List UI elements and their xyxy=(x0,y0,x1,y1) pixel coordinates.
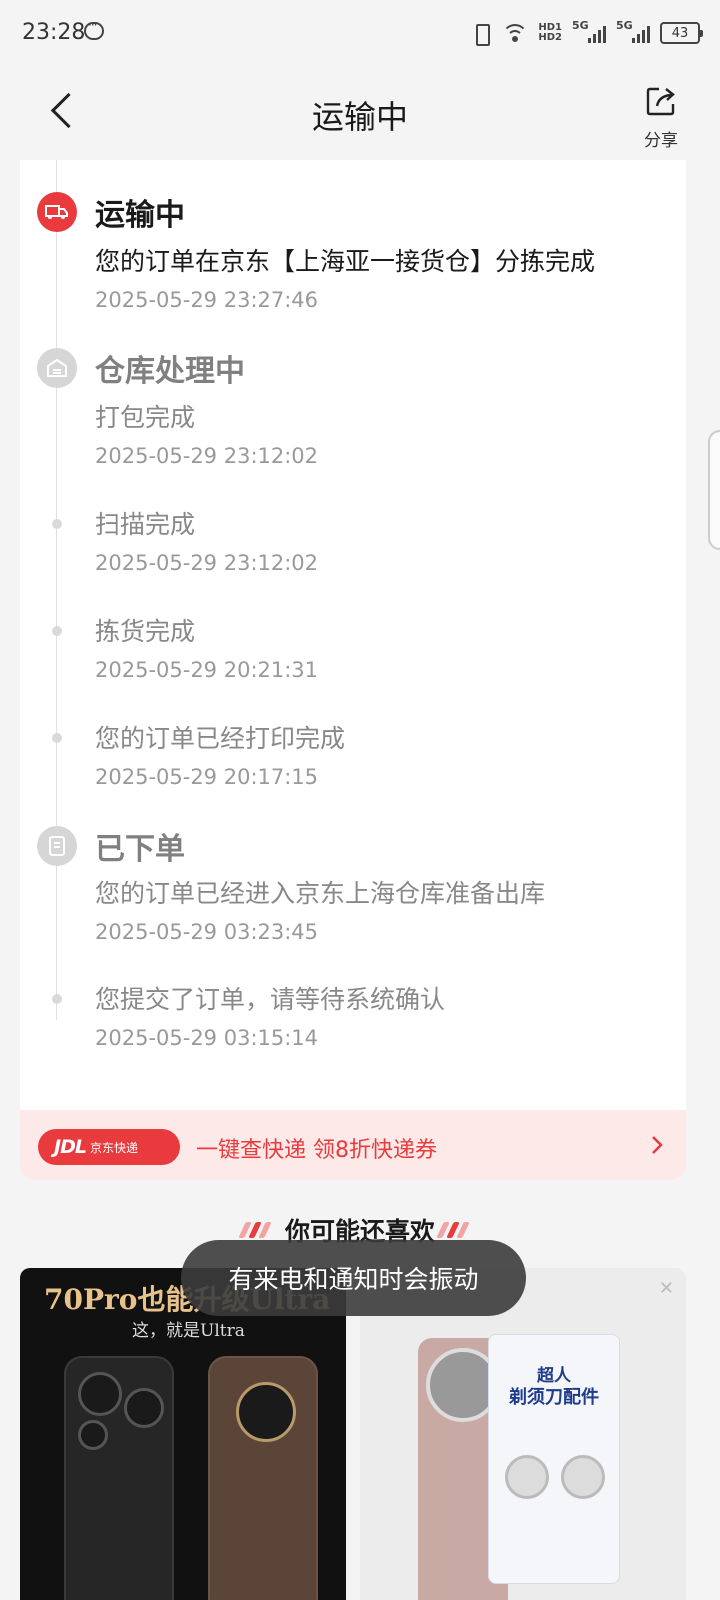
wifi-icon xyxy=(502,22,529,44)
vibrate-icon xyxy=(470,22,492,46)
timeline-status: 仓库处理中 xyxy=(95,354,245,389)
timeline-dot xyxy=(52,519,62,529)
header: 运输中 分享 xyxy=(0,64,720,160)
hd-indicator: HD1 HD2 xyxy=(538,22,562,43)
page-title: 运输中 xyxy=(311,98,408,136)
toast-message: 有来电和通知时会振动 xyxy=(181,1240,526,1316)
truck-icon xyxy=(37,192,77,232)
order-icon xyxy=(37,826,77,866)
timeline-status: 已下单 xyxy=(95,832,185,867)
battery-icon: 43 xyxy=(660,22,703,44)
title-decoration-right xyxy=(436,1222,470,1238)
timeline-desc: 您提交了订单，请等待系统确认 xyxy=(95,985,446,1014)
signal-icon: 5G xyxy=(572,19,606,45)
product-subtitle: 这，就是Ultra xyxy=(132,1321,245,1341)
timeline-dot xyxy=(52,626,62,636)
page: 23:28 HD1HD2 5G 5G 43 运输中 xyxy=(0,0,720,1600)
product-card[interactable]: ✕ 超人 剃须刀配件 xyxy=(360,1268,686,1600)
product-package: 超人 剃须刀配件 xyxy=(488,1334,620,1584)
express-promo-text: 一键查快递 领8折快递券 xyxy=(196,1138,437,1163)
share-label: 分享 xyxy=(644,131,678,151)
timeline-desc: 扫描完成 xyxy=(95,510,196,539)
timeline-desc: 您的订单已经进入京东上海仓库准备出库 xyxy=(95,879,546,908)
timeline-time: 2025-05-29 03:23:45 xyxy=(95,920,319,944)
product-card[interactable]: 70Pro也能升级Ultra 这，就是Ultra xyxy=(20,1268,346,1600)
signal-icon-2: 5G xyxy=(616,19,650,45)
timeline-time: 2025-05-29 03:15:14 xyxy=(95,1026,319,1050)
status-bar: 23:28 HD1HD2 5G 5G 43 xyxy=(0,0,720,64)
phone-image xyxy=(64,1356,174,1600)
close-icon[interactable]: ✕ xyxy=(659,1278,674,1299)
chevron-right-icon xyxy=(652,1136,663,1154)
tracking-timeline: 运输中 您的订单在京东【上海亚一接货仓】分拣完成 2025-05-29 23:2… xyxy=(20,160,686,1110)
share-button[interactable]: 分享 xyxy=(636,82,686,151)
message-icon xyxy=(84,18,104,40)
express-banner[interactable]: JDL 京东快递 一键查快递 领8折快递券 xyxy=(20,1110,686,1180)
timeline-time: 2025-05-29 23:12:02 xyxy=(95,551,319,575)
timeline-time: 2025-05-29 23:27:46 xyxy=(95,288,319,312)
timeline-desc: 拣货完成 xyxy=(95,617,196,646)
timeline-desc: 打包完成 xyxy=(95,403,196,432)
timeline-dot xyxy=(52,994,62,1004)
status-icons: HD1 HD2 5G 5G 43 xyxy=(470,18,703,48)
warehouse-icon xyxy=(37,348,77,388)
side-edge-handle[interactable] xyxy=(708,430,720,550)
timeline-line xyxy=(56,160,57,1020)
share-icon xyxy=(646,87,675,116)
timeline-time: 2025-05-29 20:17:15 xyxy=(95,765,319,789)
phone-image xyxy=(208,1356,318,1600)
timeline-desc: 您的订单已经打印完成 xyxy=(95,724,346,753)
timeline-status: 运输中 xyxy=(95,198,185,233)
timeline-time: 2025-05-29 23:12:02 xyxy=(95,444,319,468)
timeline-dot xyxy=(52,733,62,743)
timeline-time: 2025-05-29 20:21:31 xyxy=(95,658,319,682)
status-time: 23:28 xyxy=(22,20,86,45)
timeline-desc: 您的订单在京东【上海亚一接货仓】分拣完成 xyxy=(95,247,596,276)
jdl-logo: JDL 京东快递 xyxy=(38,1129,180,1165)
